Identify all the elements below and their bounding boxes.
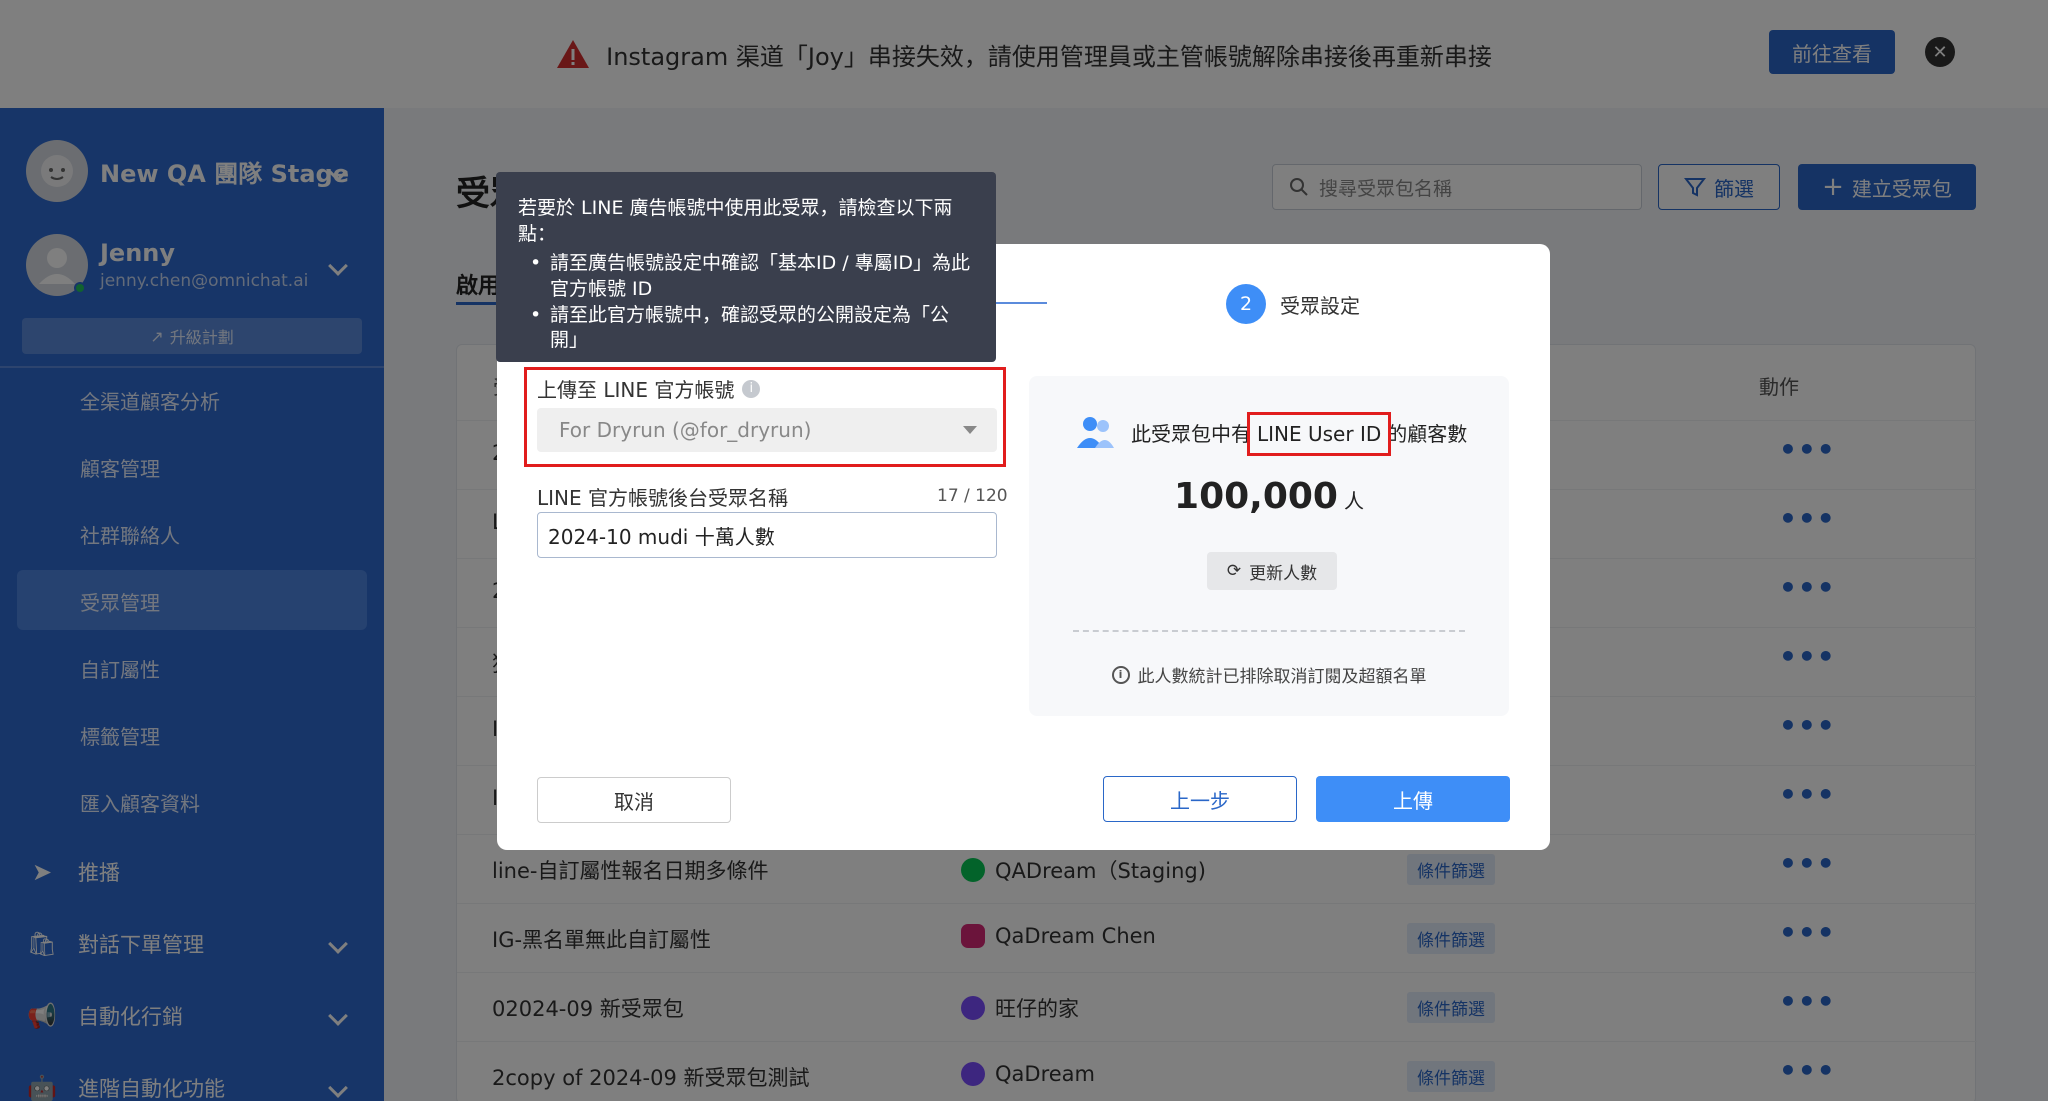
tooltip-point: 請至廣告帳號設定中確認「基本ID / 專屬ID」為此官方帳號 ID [518, 251, 976, 302]
users-icon [1077, 417, 1114, 448]
refresh-count-button[interactable]: ⟳ 更新人數 [1207, 552, 1337, 590]
step-number: 2 [1226, 284, 1266, 324]
refresh-icon: ⟳ [1226, 561, 1242, 581]
upload-button[interactable]: 上傳 [1316, 776, 1510, 822]
stat-prefix: 此受眾包中有 [1131, 421, 1251, 446]
audience-name-input[interactable]: 2024-10 mudi 十萬人數 [537, 512, 997, 558]
count-unit: 人 [1343, 489, 1364, 513]
audience-stat-panel: 此受眾包中有 LINE User ID 的顧客數 100,000 人 ⟳ 更新人數 i… [1029, 376, 1509, 716]
char-counter: 17 / 120 [937, 486, 1008, 506]
tooltip-point: 請至此官方帳號中，確認受眾的公開設定為「公開」 [518, 303, 976, 354]
info-icon: i [1111, 665, 1130, 684]
stat-heading: 此受眾包中有 LINE User ID 的顧客數 [1075, 411, 1468, 456]
audience-count: 100,000 人 [1029, 476, 1509, 517]
step-connector [987, 302, 1047, 304]
stat-note: i 此人數統計已排除取消訂閱及超額名單 [1029, 662, 1509, 687]
count-value: 100,000 [1174, 476, 1338, 517]
stat-note-text: 此人數統計已排除取消訂閱及超額名單 [1137, 667, 1427, 687]
step-label: 受眾設定 [1280, 293, 1360, 318]
tooltip-list: 請至廣告帳號設定中確認「基本ID / 專屬ID」為此官方帳號 ID 請至此官方帳… [518, 251, 976, 354]
stat-suffix: 的顧客數 [1387, 421, 1468, 446]
name-label-text: LINE 官方帳號後台受眾名稱 [537, 486, 788, 510]
info-tooltip: 若要於 LINE 廣告帳號中使用此受眾，請檢查以下兩點： 請至廣告帳號設定中確認… [496, 172, 996, 362]
dashed-divider [1073, 630, 1465, 632]
audience-name-label: LINE 官方帳號後台受眾名稱 [537, 482, 788, 511]
stat-heading-text: 此受眾包中有 LINE User ID 的顧客數 [1131, 411, 1468, 456]
stat-highlight: LINE User ID [1247, 411, 1392, 456]
highlight-box-account [524, 367, 1006, 467]
refresh-label: 更新人數 [1249, 563, 1318, 584]
previous-step-button[interactable]: 上一步 [1103, 776, 1297, 822]
cancel-button[interactable]: 取消 [537, 777, 731, 823]
highlight-box-user-id [1247, 411, 1392, 456]
step-audience-settings: 2 受眾設定 [1226, 284, 1360, 324]
tooltip-intro: 若要於 LINE 廣告帳號中使用此受眾，請檢查以下兩點： [518, 197, 953, 245]
